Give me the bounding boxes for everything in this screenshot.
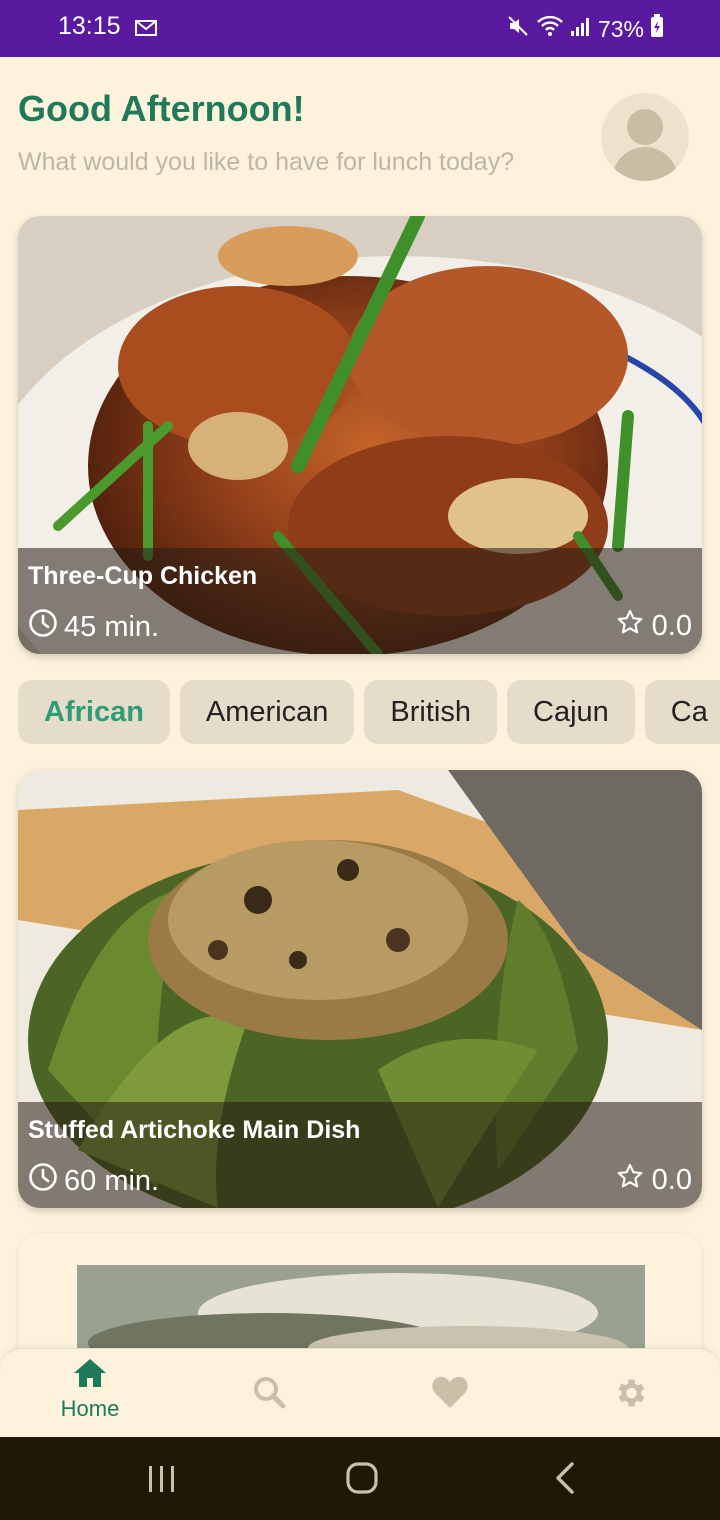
mail-icon xyxy=(134,18,158,43)
nav-favorites[interactable] xyxy=(390,1375,510,1414)
recent-apps-icon[interactable] xyxy=(146,1464,178,1499)
greeting-subtitle: What would you like to have for lunch to… xyxy=(18,148,515,176)
category-chips: African American British Cajun Ca xyxy=(18,680,720,744)
status-time: 13:15 xyxy=(58,12,121,40)
home-button-icon[interactable] xyxy=(345,1461,379,1500)
recipe-rating: 0.0 xyxy=(616,608,692,644)
gear-icon xyxy=(612,1379,648,1415)
recipe-rating-value: 0.0 xyxy=(651,609,692,642)
card-info-overlay: Three-Cup Chicken 45 min. 0.0 xyxy=(18,548,702,654)
battery-level: 73% xyxy=(597,15,644,42)
recipe-rating-value: 0.0 xyxy=(651,1163,692,1196)
wifi-icon xyxy=(536,14,564,44)
chip-partial[interactable]: Ca xyxy=(644,680,720,744)
search-icon xyxy=(252,1377,286,1413)
nav-settings[interactable] xyxy=(570,1375,690,1416)
recipe-title: Stuffed Artichoke Main Dish xyxy=(28,1116,361,1144)
system-navigation-bar xyxy=(0,1437,720,1520)
recipe-card[interactable]: Stuffed Artichoke Main Dish 60 min. 0.0 xyxy=(18,770,702,1208)
mute-icon xyxy=(506,14,530,44)
user-icon xyxy=(611,109,679,181)
greeting-title: Good Afternoon! xyxy=(18,88,305,129)
recipe-rating: 0.0 xyxy=(616,1162,692,1198)
status-bar: 13:15 73% xyxy=(0,0,720,57)
recipe-time: 45 min. xyxy=(28,608,159,646)
recipe-title: Three-Cup Chicken xyxy=(28,562,258,590)
star-icon[interactable] xyxy=(616,1162,644,1198)
featured-recipe-card[interactable]: Three-Cup Chicken 45 min. 0.0 xyxy=(18,216,702,654)
recipe-time: 60 min. xyxy=(28,1162,159,1200)
battery-icon xyxy=(650,14,664,44)
signal-icon xyxy=(570,15,592,43)
chip-african[interactable]: African xyxy=(18,680,170,744)
card-info-overlay: Stuffed Artichoke Main Dish 60 min. 0.0 xyxy=(18,1102,702,1208)
clock-icon xyxy=(28,1162,58,1200)
star-icon[interactable] xyxy=(616,608,644,644)
clock-icon xyxy=(28,608,58,646)
home-icon xyxy=(72,1359,108,1393)
nav-search[interactable] xyxy=(209,1375,329,1414)
chip-american[interactable]: American xyxy=(179,680,355,744)
chip-cajun[interactable]: Cajun xyxy=(507,680,635,744)
status-icons: 73% xyxy=(506,14,664,44)
nav-home[interactable]: Home xyxy=(30,1357,150,1422)
nav-home-label: Home xyxy=(60,1396,120,1421)
avatar[interactable] xyxy=(601,93,689,181)
back-icon[interactable] xyxy=(552,1461,578,1500)
bottom-navigation: Home xyxy=(0,1348,720,1438)
recipe-time-value: 60 min. xyxy=(64,1164,160,1197)
heart-icon xyxy=(431,1376,469,1413)
chip-british[interactable]: British xyxy=(364,680,497,744)
recipe-time-value: 45 min. xyxy=(64,610,160,643)
